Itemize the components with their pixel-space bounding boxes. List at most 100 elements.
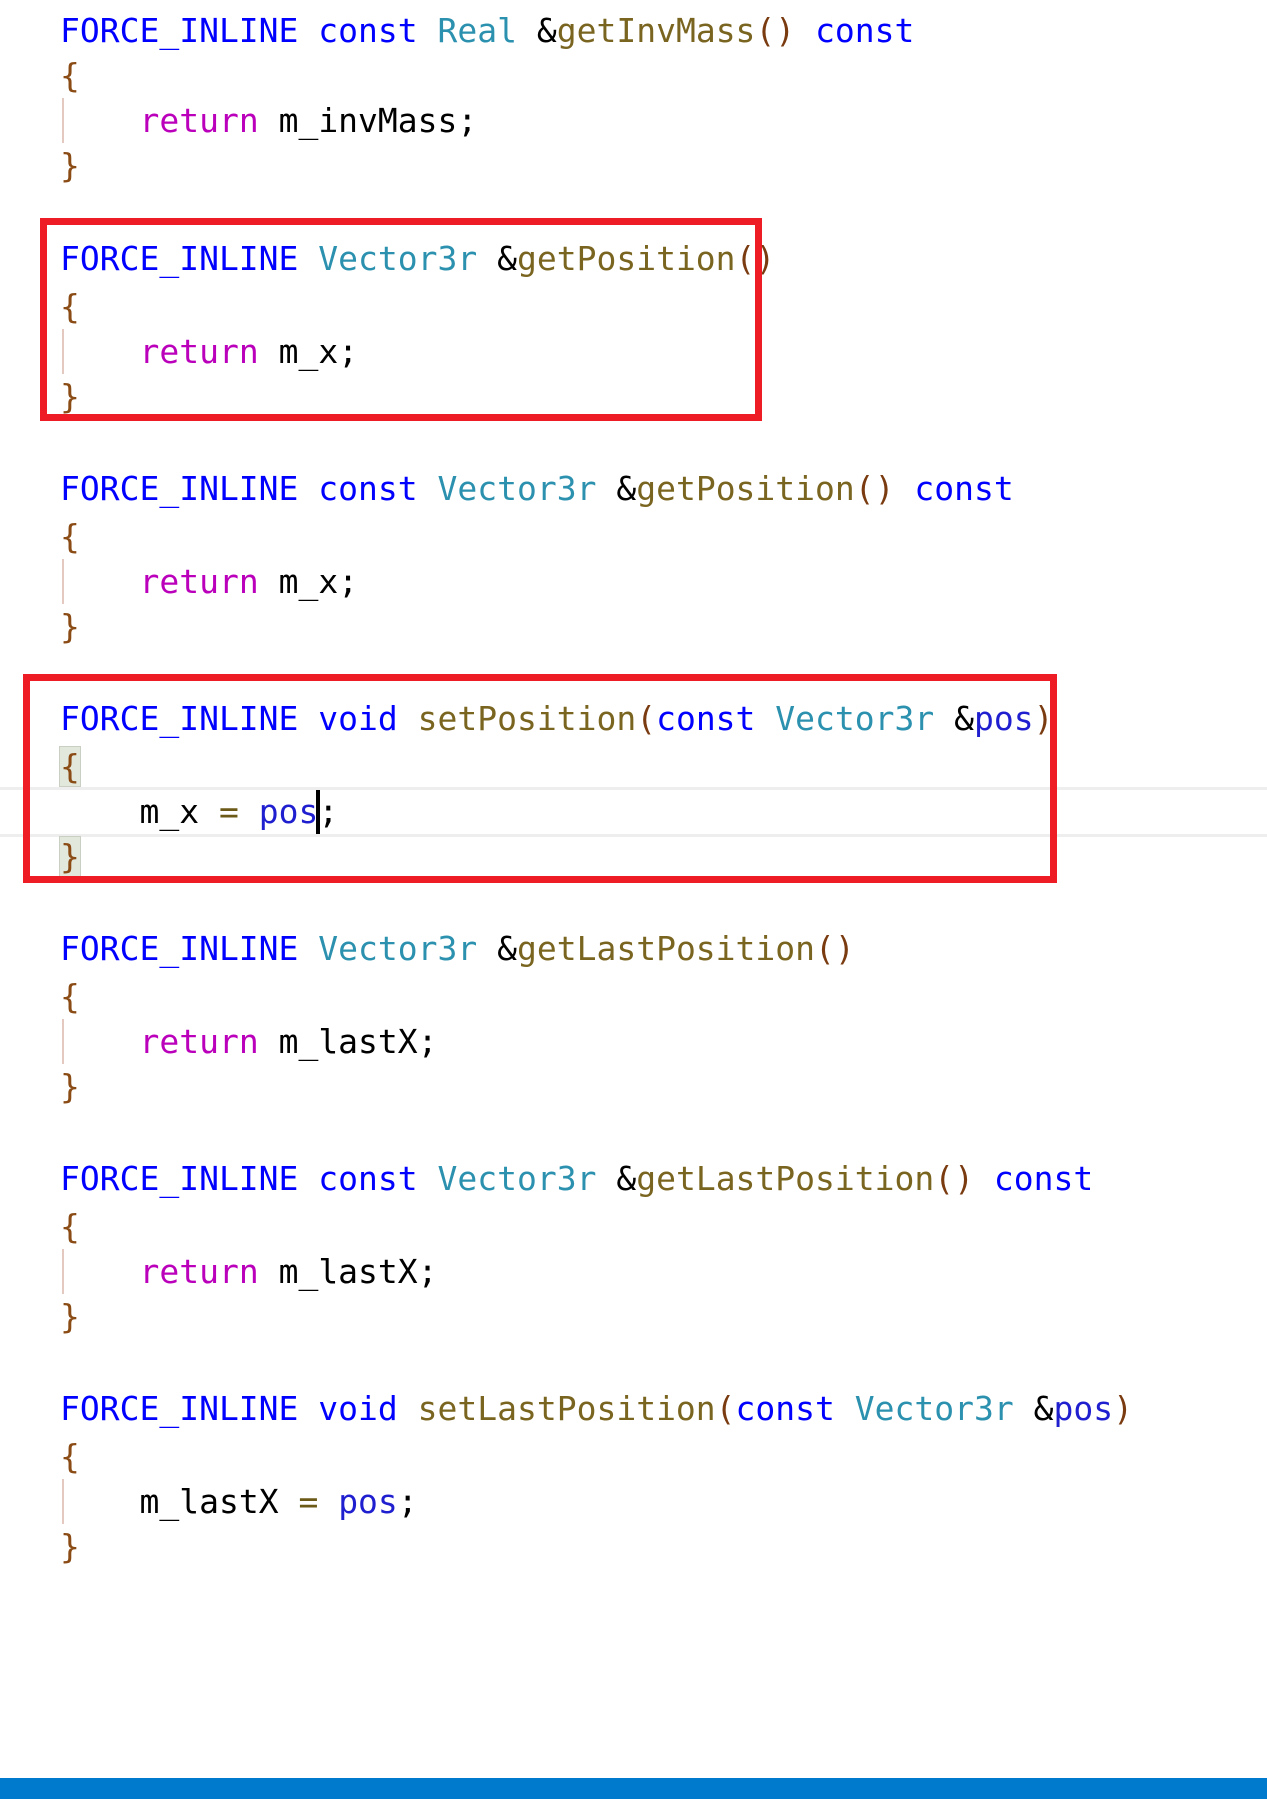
code-line[interactable]: return m_lastX; [0,1019,1267,1064]
code-line[interactable]: } [0,1064,1267,1109]
status-bar[interactable] [0,1778,1267,1799]
code-token: pos [974,699,1034,738]
code-token: Vector3r [318,239,478,278]
code-token: } [60,1067,80,1106]
code-line[interactable]: } [0,143,1267,188]
code-line[interactable]: FORCE_INLINE void setPosition(const Vect… [0,696,1267,741]
code-line[interactable]: return m_lastX; [0,1249,1267,1294]
code-token: } [60,607,80,646]
code-line[interactable]: { [0,514,1267,559]
code-line[interactable]: FORCE_INLINE Vector3r &getPosition() [0,236,1267,281]
code-line[interactable]: } [0,374,1267,419]
code-token: () [735,239,776,278]
code-token: FORCE_INLINE [60,469,299,508]
code-token: return [139,101,259,140]
code-token: Vector3r [437,1159,597,1198]
code-line[interactable] [0,879,1267,924]
code-token: m_lastX [139,1482,279,1521]
code-line[interactable]: { [0,1204,1267,1249]
code-token: pos [338,1482,398,1521]
code-token: () [755,11,796,50]
code-line[interactable]: } [0,1524,1267,1569]
code-token: return [139,562,259,601]
code-line[interactable]: return m_x; [0,559,1267,604]
code-token: const [815,11,915,50]
code-token: Real [437,11,517,50]
code-line[interactable] [0,188,1267,233]
code-token: & [536,11,557,50]
code-token: { [60,747,80,786]
code-token: Vector3r [437,469,597,508]
code-line[interactable] [0,419,1267,464]
code-token: } [60,1297,80,1336]
code-token: FORCE_INLINE [60,1389,299,1428]
code-token: & [497,929,517,968]
code-line[interactable]: m_x = pos; [0,789,1267,834]
code-token: ( [715,1389,736,1428]
code-token: setLastPosition [417,1389,716,1428]
code-line[interactable]: { [0,284,1267,329]
code-token: return [139,332,259,371]
code-token: const [993,1159,1094,1198]
code-token: ( [636,699,657,738]
code-token: & [497,239,517,278]
code-line[interactable]: FORCE_INLINE const Real &getInvMass() co… [0,8,1267,53]
code-token: & [1033,1389,1054,1428]
code-line[interactable]: return m_invMass; [0,98,1267,143]
code-token: const [735,1389,835,1428]
code-token: () [854,469,895,508]
text-caret [316,790,320,834]
code-line[interactable] [0,1339,1267,1384]
code-token: } [60,837,80,876]
code-line[interactable]: return m_x; [0,329,1267,374]
code-line[interactable]: FORCE_INLINE const Vector3r &getLastPosi… [0,1156,1267,1201]
code-line[interactable]: FORCE_INLINE const Vector3r &getPosition… [0,466,1267,511]
code-token: () [815,929,855,968]
code-token: { [60,517,80,556]
code-line[interactable]: FORCE_INLINE void setLastPosition(const … [0,1386,1267,1431]
code-line[interactable]: FORCE_INLINE Vector3r &getLastPosition() [0,926,1267,971]
code-token: void [318,699,398,738]
code-line[interactable] [0,649,1267,694]
code-line[interactable]: m_lastX = pos; [0,1479,1267,1524]
code-token: m_lastX; [278,1022,438,1061]
code-line[interactable] [0,1109,1267,1154]
code-token: getPosition [636,469,855,508]
code-line[interactable]: { [0,744,1267,789]
code-line[interactable]: } [0,834,1267,879]
code-token: } [60,146,80,185]
code-line[interactable]: } [0,604,1267,649]
code-token: pos [1053,1389,1114,1428]
code-token: pos [258,792,319,831]
code-line[interactable]: } [0,1294,1267,1339]
code-token: return [139,1252,259,1291]
code-token: ) [1113,1389,1133,1428]
code-line[interactable]: { [0,974,1267,1019]
code-line[interactable]: { [0,53,1267,98]
code-line[interactable]: { [0,1434,1267,1479]
code-editor-viewport[interactable]: FORCE_INLINE const Real &getInvMass() co… [0,0,1267,1778]
code-token: & [616,469,637,508]
